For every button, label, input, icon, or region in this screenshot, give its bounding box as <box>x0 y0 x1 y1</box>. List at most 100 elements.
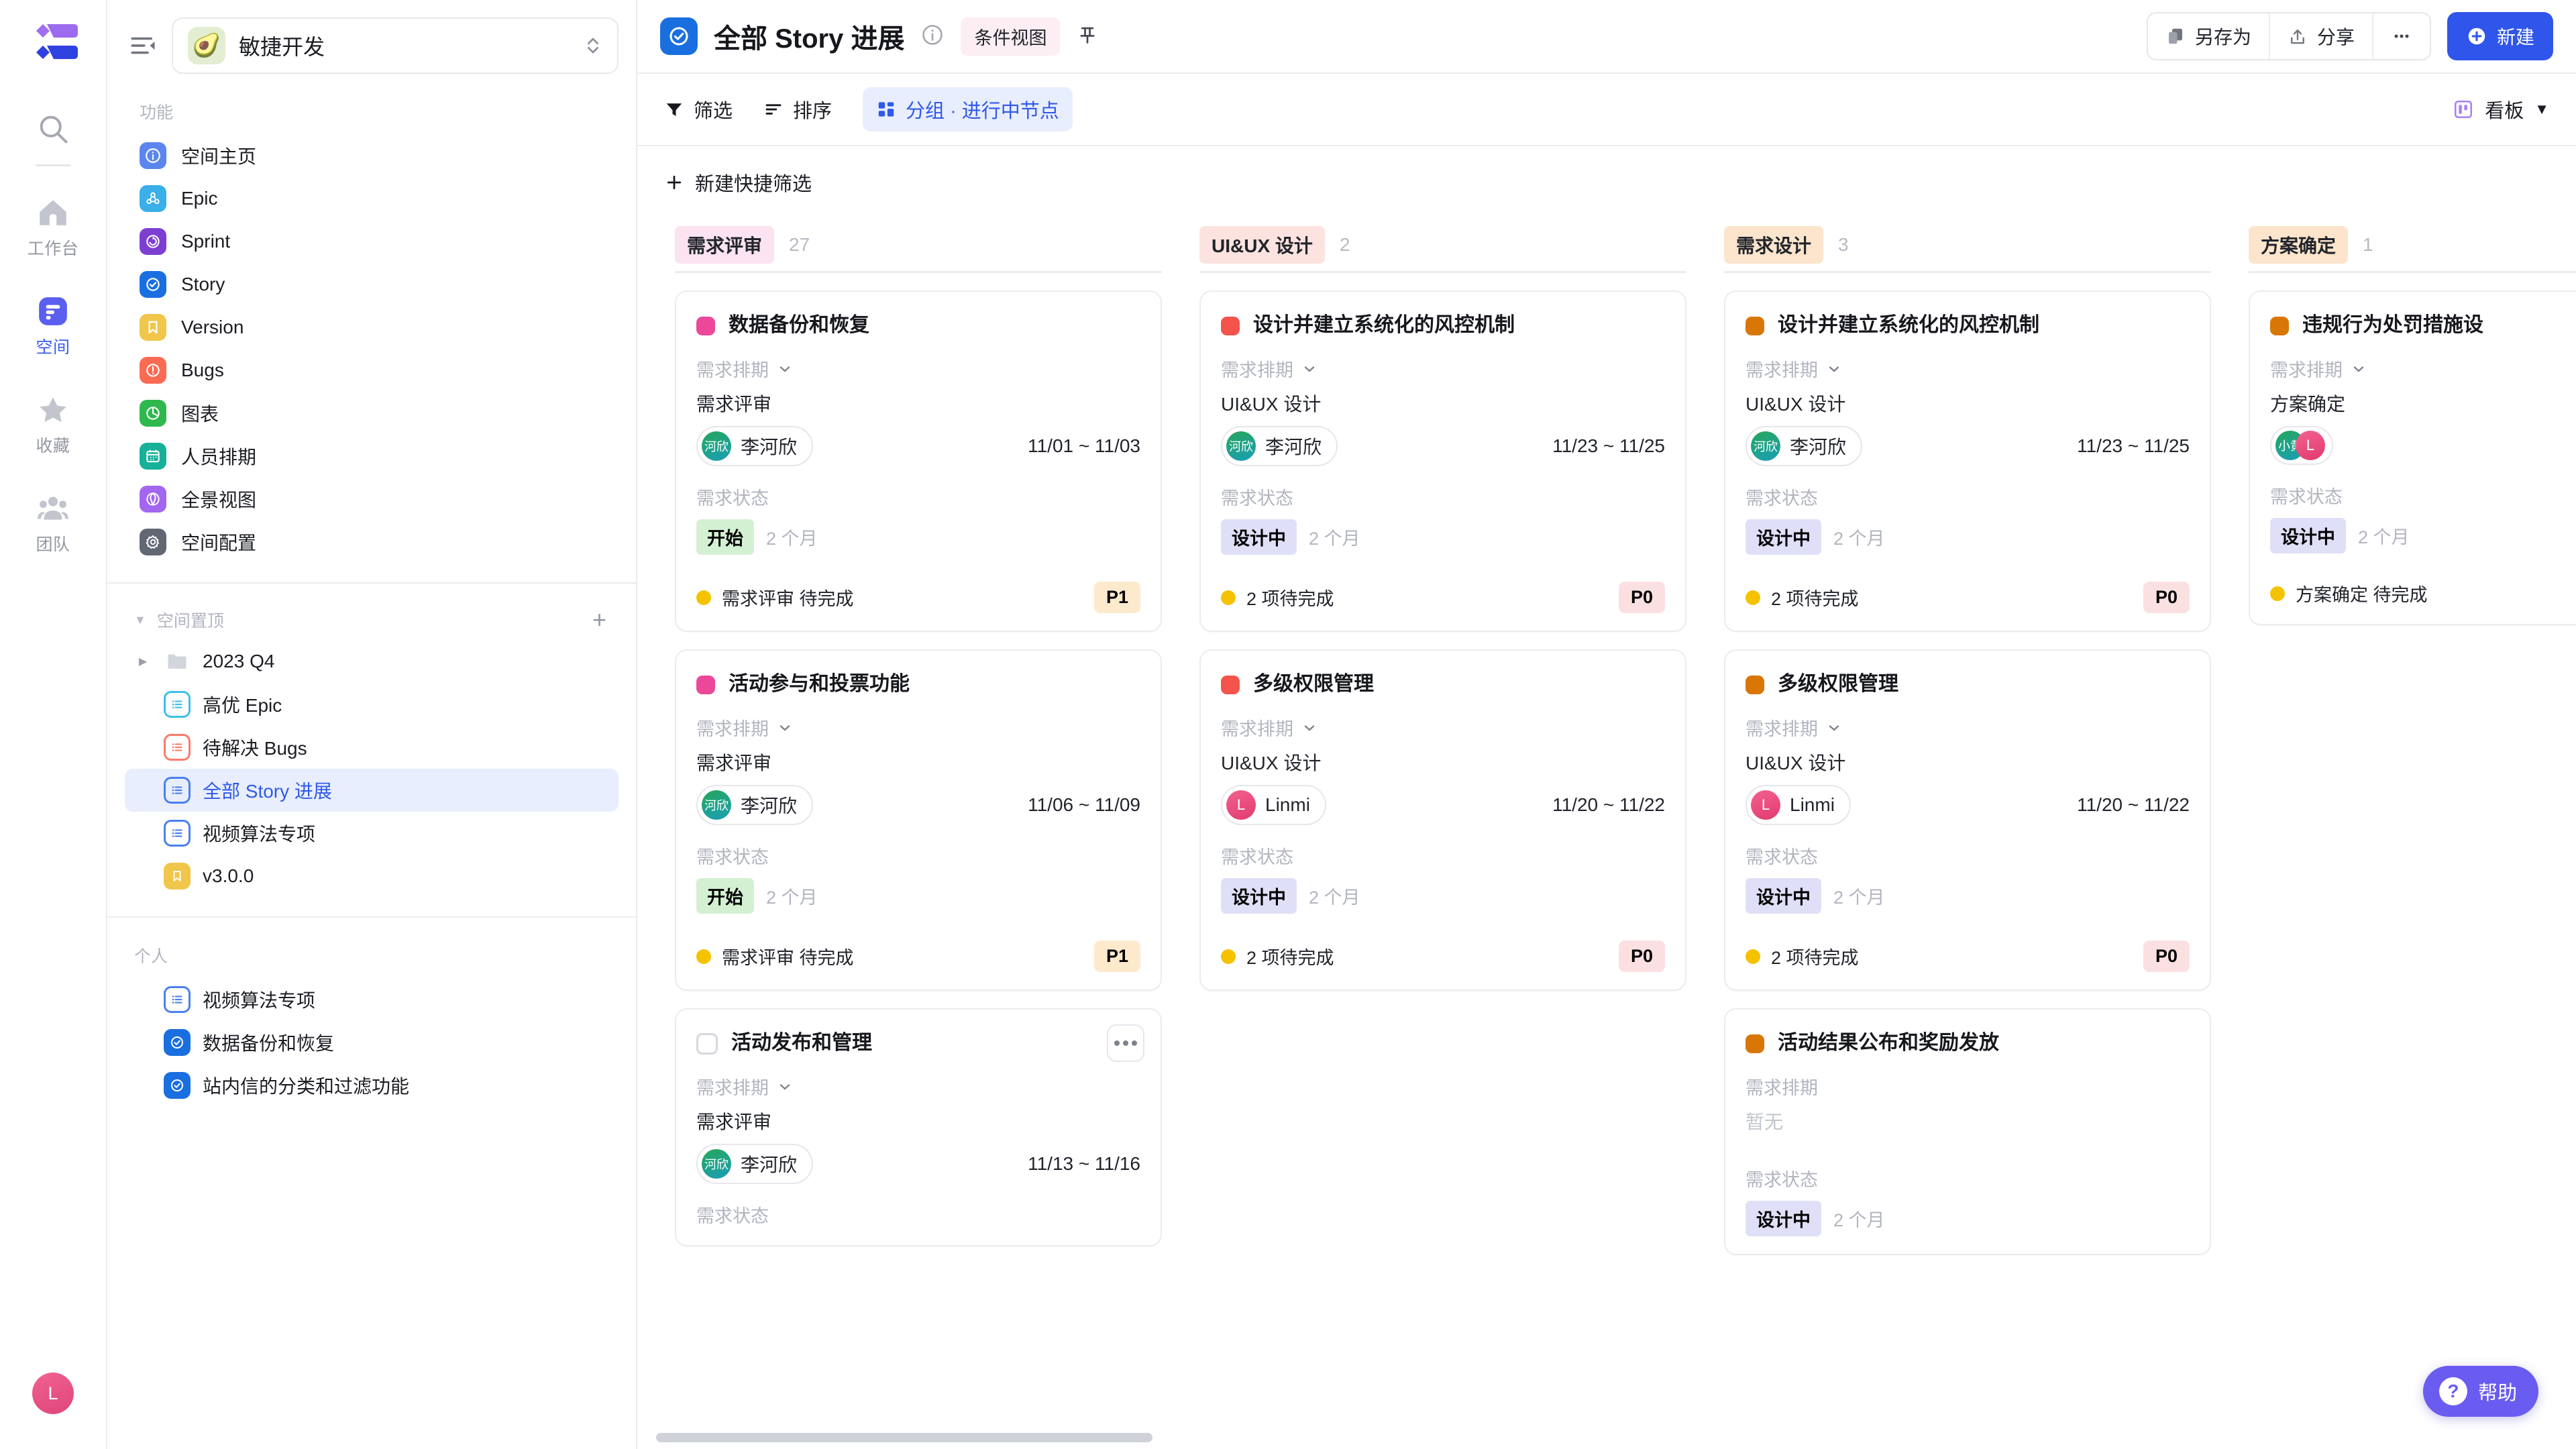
save-as-button[interactable]: 另存为 <box>2148 13 2269 59</box>
kanban-card[interactable]: 设计并建立系统化的风控机制 需求排期 UI&UX 设计 河欣 李河欣 11/23… <box>1724 290 2211 632</box>
assignee-pill[interactable]: 河欣 李河欣 <box>696 426 814 466</box>
add-pinned-button[interactable]: + <box>592 608 619 632</box>
new-quick-filter-button[interactable]: 新建快捷筛选 <box>664 168 812 197</box>
rail-item-favorites[interactable]: 收藏 <box>0 393 106 457</box>
sidebar-item-video-algo-personal[interactable]: 视频算法专项 <box>125 978 619 1021</box>
assignee-row: 小黄 L <box>2270 426 2576 465</box>
sidebar-item-inbox-filter[interactable]: 站内信的分类和过滤功能 <box>125 1064 619 1107</box>
column-header: UI&UX 设计 2 <box>1199 219 1686 271</box>
pin-icon[interactable] <box>1076 23 1099 50</box>
collapse-sidebar-icon[interactable] <box>125 28 161 64</box>
funnel-icon <box>666 103 682 116</box>
rail-item-team[interactable]: 团队 <box>0 492 106 555</box>
kanban-card[interactable]: 设计并建立系统化的风控机制 需求排期 UI&UX 设计 河欣 李河欣 11/23… <box>1199 290 1686 632</box>
status-dot-icon <box>1746 676 1764 694</box>
quick-filter-bar: 新建快捷筛选 <box>637 146 2576 219</box>
info-circle-icon[interactable] <box>920 23 945 50</box>
story-check-icon <box>164 1029 191 1056</box>
sidebar-item-charts[interactable]: 图表 <box>125 392 619 435</box>
schedule-field-label[interactable]: 需求排期 <box>1221 714 1665 741</box>
schedule-label-text: 需求排期 <box>1746 719 1818 739</box>
assignee-pill[interactable]: L Linmi <box>1221 785 1326 825</box>
card-footer: 需求评审 待完成 P1 <box>696 941 1140 972</box>
chevron-down-icon[interactable]: ▼ <box>134 613 146 627</box>
sidebar-item-sprint[interactable]: Sprint <box>125 220 619 263</box>
chevron-right-icon[interactable]: ▶ <box>134 655 152 668</box>
chevron-down-icon[interactable]: ▼ <box>2534 101 2549 118</box>
rail-item-workbench[interactable]: 工作台 <box>0 196 106 260</box>
card-title-row: 设计并建立系统化的风控机制 <box>1221 312 1665 338</box>
priority-badge: P0 <box>1618 941 1665 972</box>
schedule-field-label[interactable]: 需求排期 <box>696 1073 1140 1099</box>
assignee-pill[interactable]: 河欣 李河欣 <box>1746 426 1863 466</box>
sidebar-item-pending-bugs[interactable]: 待解决 Bugs <box>125 726 619 769</box>
story-check-icon <box>140 271 166 298</box>
info-icon <box>140 142 166 169</box>
schedule-field-label[interactable]: 需求排期 <box>1746 714 2190 741</box>
sidebar-item-panorama[interactable]: 全景视图 <box>125 478 619 521</box>
assignee-pill[interactable]: L Linmi <box>1746 785 1851 825</box>
sidebar-item-epic[interactable]: Epic <box>125 177 619 220</box>
help-button[interactable]: ? 帮助 <box>2422 1366 2538 1417</box>
pending-dot-icon <box>696 590 711 605</box>
condition-view-badge[interactable]: 条件视图 <box>961 17 1061 56</box>
sidebar-item-v300[interactable]: v3.0.0 <box>125 855 619 898</box>
sidebar-item-data-backup[interactable]: 数据备份和恢复 <box>125 1021 619 1064</box>
user-avatar[interactable]: L <box>32 1373 74 1414</box>
group-button[interactable]: 分组 · 进行中节点 <box>863 87 1073 131</box>
state-field-label: 需求状态 <box>1221 488 1293 508</box>
kanban-card[interactable]: 活动结果公布和奖励发放 需求排期 暂无 需求状态 设计中 2 个月 <box>1724 1008 2211 1255</box>
more-actions-button[interactable] <box>2371 13 2430 59</box>
sidebar-item-version[interactable]: Version <box>125 306 619 349</box>
sidebar-item-story[interactable]: Story <box>125 263 619 306</box>
share-icon <box>2291 30 2304 44</box>
schedule-field-label[interactable]: 需求排期 <box>696 714 1140 741</box>
pinned-section-header[interactable]: ▼ 空间置顶 + <box>107 584 636 640</box>
sort-button[interactable]: 排序 <box>763 95 832 123</box>
sidebar-item-all-story-progress[interactable]: 全部 Story 进展 <box>125 769 619 812</box>
new-button[interactable]: 新建 <box>2447 12 2553 60</box>
status-badge: 设计中 <box>2270 518 2346 553</box>
view-selector[interactable]: 看板 ▼ <box>2453 95 2549 123</box>
kanban-card[interactable]: 多级权限管理 需求排期 UI&UX 设计 L Linmi 11/20 ~ 11/… <box>1724 649 2211 991</box>
kanban-card[interactable]: 违规行为处罚措施设 需求排期 方案确定 小黄 L 需求状态 设计中 2 个月 方… <box>2249 290 2576 625</box>
sidebar-item-space-config[interactable]: 空间配置 <box>125 521 619 564</box>
kanban-card[interactable]: 数据备份和恢复 需求排期 需求评审 河欣 李河欣 11/01 ~ 11/03 需… <box>675 290 1162 632</box>
share-button[interactable]: 分享 <box>2268 13 2372 59</box>
node-name: UI&UX 设计 <box>1221 394 1322 415</box>
kanban-card[interactable]: 活动参与和投票功能 需求排期 需求评审 河欣 李河欣 11/06 ~ 11/09… <box>675 649 1162 991</box>
schedule-field-label[interactable]: 需求排期 <box>2270 356 2576 382</box>
schedule-field-label[interactable]: 需求排期 <box>696 356 1140 382</box>
share-label: 分享 <box>2316 27 2355 48</box>
kanban-card[interactable]: 活动发布和管理 需求排期 需求评审 河欣 李河欣 11/13 ~ 11/16 需… <box>675 1008 1162 1246</box>
rail-item-space[interactable]: 空间 <box>0 294 106 358</box>
sidebar-item-space-home[interactable]: 空间主页 <box>125 134 619 177</box>
schedule-field-label[interactable]: 需求排期 <box>1746 356 2190 382</box>
assignee-avatar-stack[interactable]: 小黄 L <box>2270 426 2333 465</box>
search-icon[interactable] <box>36 111 70 150</box>
horizontal-scrollbar[interactable] <box>656 1433 1152 1442</box>
avatar: 河欣 <box>1226 431 1256 461</box>
pending-dot-icon <box>696 949 711 964</box>
assignee-pill[interactable]: 河欣 李河欣 <box>1221 426 1338 466</box>
assignee-pill[interactable]: 河欣 李河欣 <box>696 1144 814 1184</box>
node-name: 方案确定 <box>2270 394 2346 415</box>
team-icon <box>38 496 68 520</box>
sidebar-item-2023-q4[interactable]: ▶ 2023 Q4 <box>125 640 619 683</box>
priority-badge: P0 <box>2143 582 2190 613</box>
sidebar-item-staffing[interactable]: 人员排期 <box>125 435 619 478</box>
priority-badge: P0 <box>2143 941 2190 972</box>
card-more-button[interactable] <box>1107 1024 1144 1062</box>
view-label: 看板 <box>2485 101 2524 122</box>
chevron-down-icon <box>780 1083 790 1090</box>
sidebar-item-bugs[interactable]: Bugs <box>125 349 619 392</box>
chevron-down-icon <box>1829 724 1839 731</box>
project-selector[interactable]: 🥑 敏捷开发 <box>172 17 619 74</box>
sidebar-item-video-algo-pinned[interactable]: 视频算法专项 <box>125 812 619 855</box>
sidebar-item-high-priority-epic[interactable]: 高优 Epic <box>125 683 619 726</box>
card-checkbox[interactable] <box>696 1033 718 1055</box>
assignee-pill[interactable]: 河欣 李河欣 <box>696 785 814 825</box>
schedule-field-label[interactable]: 需求排期 <box>1221 356 1665 382</box>
filter-button[interactable]: 筛选 <box>664 95 733 123</box>
kanban-card[interactable]: 多级权限管理 需求排期 UI&UX 设计 L Linmi 11/20 ~ 11/… <box>1199 649 1686 991</box>
